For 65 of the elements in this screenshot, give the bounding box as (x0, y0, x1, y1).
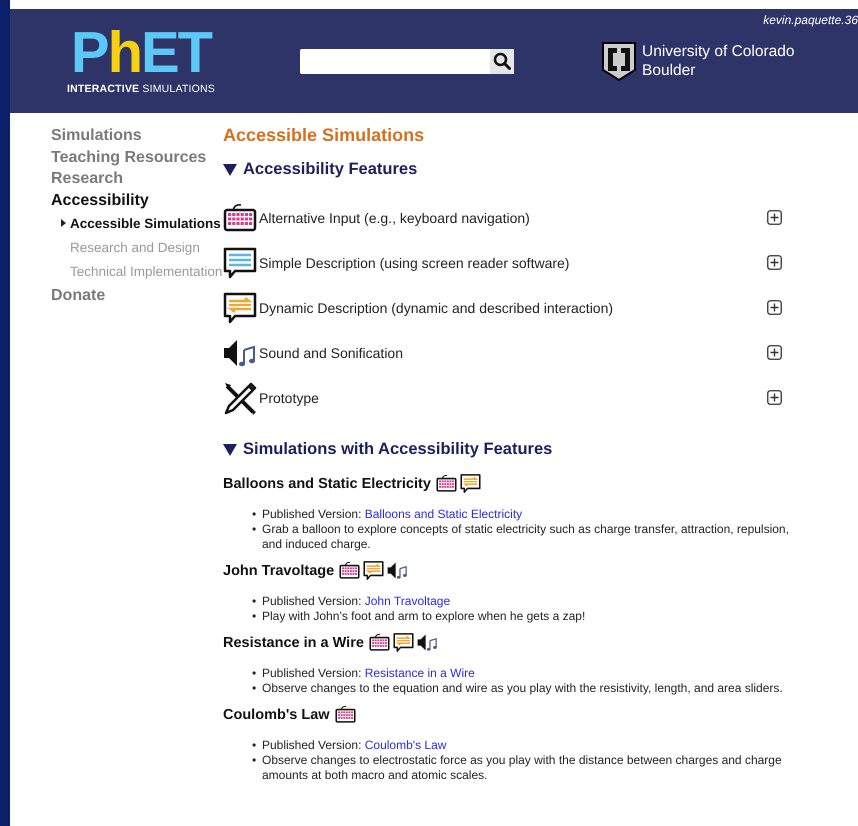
nav-link[interactable]: Simulations (51, 125, 223, 146)
bullet: • (252, 681, 258, 696)
simulation-description: Observe changes to electrostatic force as you play with the distance between charges and charge amounts at both macro and atomic scales. (262, 753, 783, 783)
university-logo-icon (600, 40, 638, 82)
nav-link[interactable]: Accessibility (51, 190, 223, 211)
expanded-triangle-icon[interactable] (223, 444, 237, 456)
keyboard-icon (368, 632, 390, 653)
feature-label: Alternative Input (e.g., keyboard navigation) (259, 210, 531, 226)
simulation-link[interactable]: Coulomb's Law (364, 738, 446, 752)
simulation-title: Balloons and Static Electricity (223, 476, 431, 492)
published-label: Published Version: (262, 507, 362, 521)
simulation-description: Play with John’s foot and arm to explore when he gets a zap! (262, 609, 586, 624)
expand-icon[interactable] (767, 255, 782, 270)
expanded-triangle-icon[interactable] (223, 164, 237, 176)
university-name[interactable]: University of Colorado Boulder (642, 42, 794, 80)
keyboard-icon (436, 473, 457, 494)
published-label: Published Version: (262, 594, 362, 608)
bullet: • (252, 609, 258, 624)
nav-link[interactable]: Donate (51, 285, 223, 306)
speech-bubble-icon (223, 246, 257, 280)
published-label: Published Version: (262, 738, 362, 752)
speech-bubble-arrows-icon (363, 560, 384, 581)
nav-sublink[interactable]: Accessible Simulations (70, 216, 221, 230)
bullet: • (252, 753, 258, 769)
published-label: Published Version: (262, 666, 362, 680)
feature-label: Dynamic Description (dynamic and described interaction) (259, 300, 614, 316)
page-title: Accessible Simulations (223, 125, 426, 146)
search-icon (493, 52, 511, 70)
simulation-title: John Travoltage (223, 562, 334, 578)
speaker-note-icon (416, 632, 438, 653)
simulation-link[interactable]: Resistance in a Wire (364, 666, 475, 680)
speech-bubble-arrows-icon (223, 290, 257, 324)
wrench-pencil-icon (223, 380, 257, 414)
feature-label: Sound and Sonification (259, 344, 404, 360)
feature-label: Simple Description (using screen reader software) (259, 254, 570, 270)
expand-icon[interactable] (767, 390, 782, 405)
simulation-link[interactable]: John Travoltage (364, 594, 450, 608)
simulation-description: Grab a balloon to explore concepts of static electricity such as charge transfer, attraction, repulsion, and induced charge. (262, 522, 790, 552)
speech-bubble-arrows-icon (460, 473, 481, 494)
expand-icon[interactable] (767, 345, 782, 360)
bullet: • (252, 738, 258, 753)
expand-icon[interactable] (767, 210, 782, 225)
bullet: • (252, 507, 258, 522)
bullet: • (252, 522, 258, 538)
nav-link[interactable]: Research (51, 168, 223, 190)
bullet: • (252, 666, 258, 681)
simulation-title: Resistance in a Wire (223, 634, 364, 650)
caret-icon (61, 219, 66, 227)
bullet: • (252, 594, 258, 609)
search-button[interactable] (490, 48, 514, 74)
speech-bubble-arrows-icon (392, 632, 414, 653)
keyboard-icon (334, 704, 356, 725)
phet-logo[interactable]: PhET INTERACTIVE SIMULATIONS (61, 26, 221, 96)
section-heading[interactable]: Simulations with Accessibility Features (243, 440, 552, 459)
feature-label: Prototype (259, 390, 320, 406)
simulation-link[interactable]: Balloons and Static Electricity (364, 507, 522, 521)
simulation-title: Coulomb's Law (223, 706, 330, 722)
keyboard-icon (339, 560, 360, 581)
simulation-description: Observe changes to the equation and wire as you play with the resistivity, length, and area sliders. (262, 681, 784, 696)
expand-icon[interactable] (767, 300, 782, 315)
user-name[interactable]: kevin.paquette.36 (763, 13, 858, 27)
search-field[interactable] (300, 48, 514, 74)
speaker-note-icon (387, 560, 408, 581)
nav-link[interactable]: Teaching Resources (51, 146, 223, 168)
section-heading[interactable]: Accessibility Features (243, 160, 418, 179)
